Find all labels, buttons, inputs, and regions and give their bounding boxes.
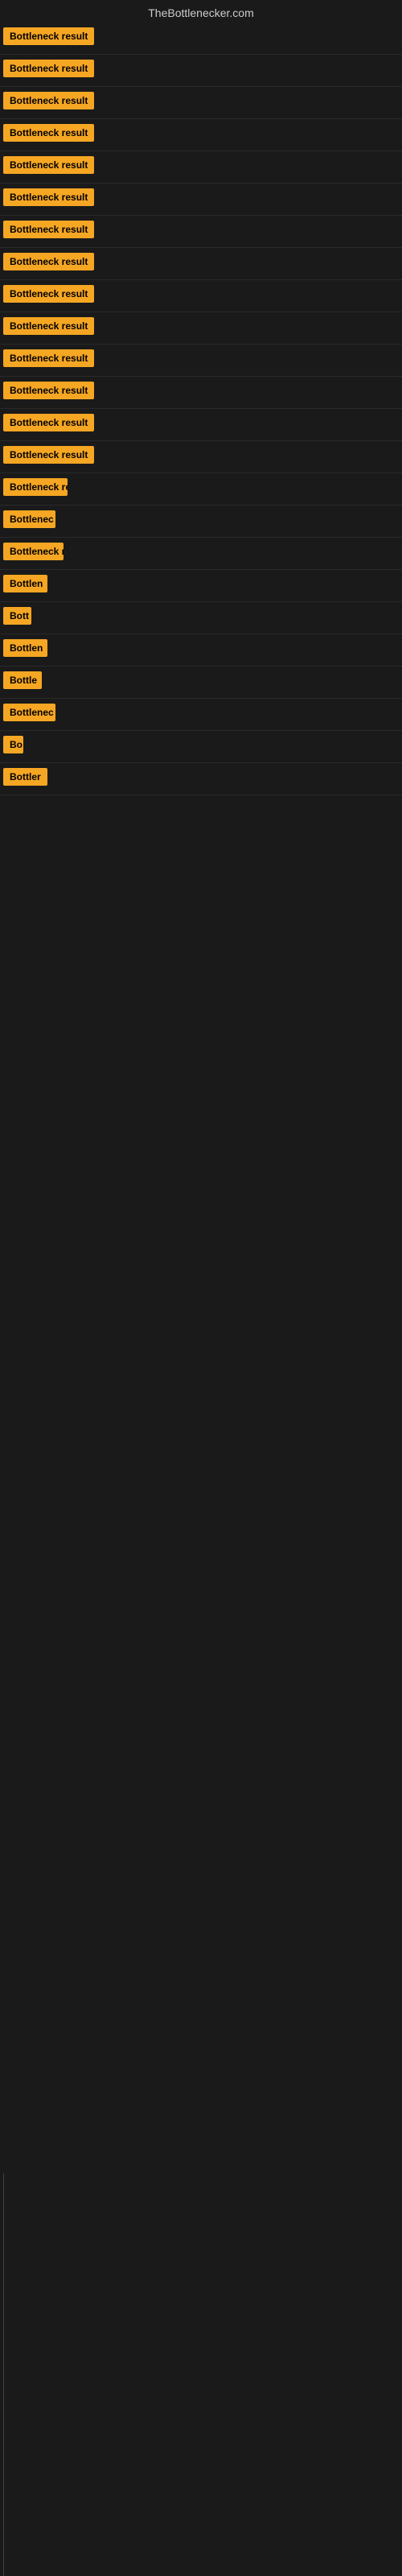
result-row: Bottlen xyxy=(0,570,402,602)
site-title: TheBottlenecker.com xyxy=(0,0,402,23)
result-row: Bottleneck result xyxy=(0,409,402,441)
result-row: Bottle xyxy=(0,667,402,699)
results-list: Bottleneck result Bottleneck result Bottle… xyxy=(0,23,402,795)
bottleneck-badge[interactable]: Bottler xyxy=(3,768,47,786)
bottleneck-badge[interactable]: Bottleneck r xyxy=(3,543,64,560)
bottleneck-badge[interactable]: Bottleneck result xyxy=(3,60,94,77)
bottleneck-badge[interactable]: Bottlenec xyxy=(3,510,55,528)
result-row: Bottlen xyxy=(0,634,402,667)
result-row: Bott xyxy=(0,602,402,634)
result-row: Bottleneck result xyxy=(0,119,402,151)
result-row: Bottleneck result xyxy=(0,184,402,216)
result-row: Bottlenec xyxy=(0,699,402,731)
bottleneck-badge[interactable]: Bottleneck result xyxy=(3,27,94,45)
result-row: Bottleneck result xyxy=(0,312,402,345)
bottleneck-badge[interactable]: Bottleneck result xyxy=(3,188,94,206)
bottleneck-badge[interactable]: Bottlen xyxy=(3,639,47,657)
result-row: Bottleneck re xyxy=(0,473,402,506)
result-row: Bottleneck result xyxy=(0,248,402,280)
bottleneck-badge[interactable]: Bo xyxy=(3,736,23,753)
result-row: Bottler xyxy=(0,763,402,795)
bottleneck-badge[interactable]: Bottleneck result xyxy=(3,382,94,399)
bottleneck-badge[interactable]: Bott xyxy=(3,607,31,625)
result-row: Bottleneck result xyxy=(0,377,402,409)
bottleneck-badge[interactable]: Bottleneck result xyxy=(3,414,94,431)
result-row: Bottleneck result xyxy=(0,23,402,55)
bottleneck-badge[interactable]: Bottleneck result xyxy=(3,124,94,142)
bottleneck-badge[interactable]: Bottleneck result xyxy=(3,349,94,367)
result-row: Bottleneck r xyxy=(0,538,402,570)
bottleneck-badge[interactable]: Bottleneck result xyxy=(3,221,94,238)
result-row: Bottleneck result xyxy=(0,345,402,377)
bottleneck-badge[interactable]: Bottleneck result xyxy=(3,317,94,335)
bottleneck-badge[interactable]: Bottleneck result xyxy=(3,92,94,109)
bottleneck-badge[interactable]: Bottleneck result xyxy=(3,156,94,174)
result-row: Bottleneck result xyxy=(0,280,402,312)
vertical-line xyxy=(3,2174,4,2576)
result-row: Bottleneck result xyxy=(0,216,402,248)
bottleneck-badge[interactable]: Bottleneck result xyxy=(3,446,94,464)
bottleneck-badge[interactable]: Bottleneck result xyxy=(3,253,94,270)
bottleneck-badge[interactable]: Bottleneck result xyxy=(3,285,94,303)
bottleneck-badge[interactable]: Bottlen xyxy=(3,575,47,592)
bottleneck-badge[interactable]: Bottleneck re xyxy=(3,478,68,496)
result-row: Bottleneck result xyxy=(0,55,402,87)
result-row: Bottlenec xyxy=(0,506,402,538)
result-row: Bottleneck result xyxy=(0,151,402,184)
result-row: Bottleneck result xyxy=(0,87,402,119)
bottleneck-badge[interactable]: Bottle xyxy=(3,671,42,689)
bottleneck-badge[interactable]: Bottlenec xyxy=(3,704,55,721)
result-row: Bottleneck result xyxy=(0,441,402,473)
result-row: Bo xyxy=(0,731,402,763)
